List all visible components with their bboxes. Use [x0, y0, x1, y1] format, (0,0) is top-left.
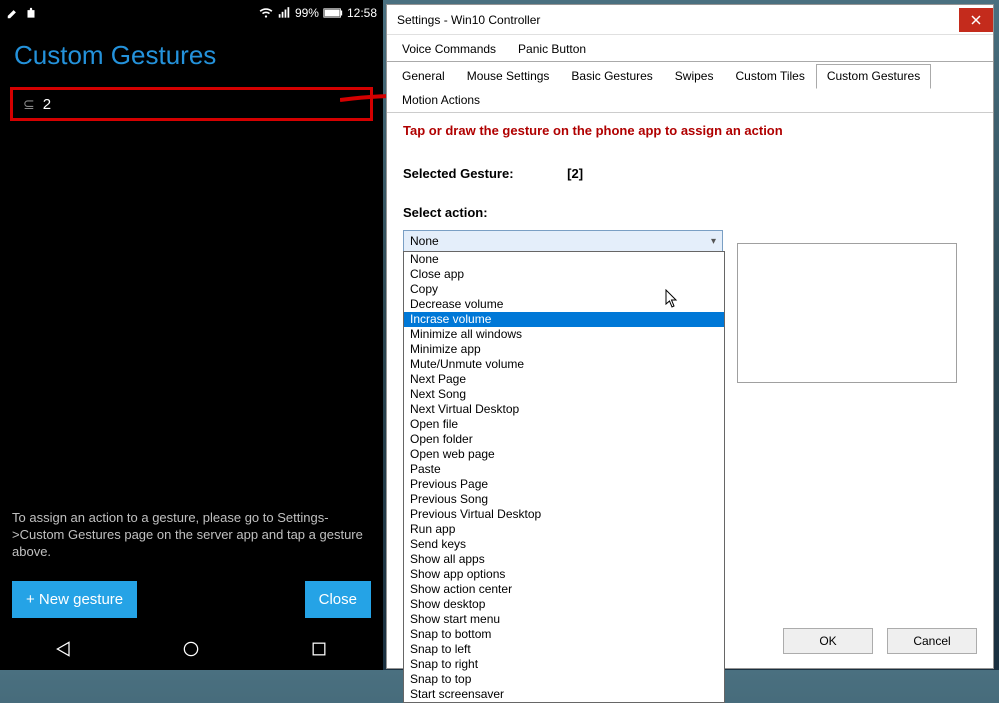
cursor-icon [665, 289, 679, 309]
ok-button[interactable]: OK [783, 628, 873, 654]
help-text: To assign an action to a gesture, please… [12, 509, 371, 560]
dropdown-item[interactable]: Snap to top [404, 672, 724, 687]
tab-basic-gestures[interactable]: Basic Gestures [560, 64, 663, 88]
selected-gesture-row: Selected Gesture: [2] [403, 166, 977, 181]
dropdown-item[interactable]: Run app [404, 522, 724, 537]
dropdown-item[interactable]: Snap to left [404, 642, 724, 657]
combo-value: None [410, 234, 439, 248]
status-bar: 99% 12:58 [0, 0, 383, 26]
tab-row-1: Voice CommandsPanic Button [387, 35, 993, 62]
settings-dialog: Settings - Win10 Controller Voice Comman… [386, 4, 994, 669]
dropdown-item[interactable]: Minimize all windows [404, 327, 724, 342]
tab-motion-actions[interactable]: Motion Actions [391, 88, 491, 112]
nav-home-icon[interactable] [181, 639, 201, 659]
dropdown-item[interactable]: Show app options [404, 567, 724, 582]
tab-swipes[interactable]: Swipes [664, 64, 725, 88]
close-button[interactable] [959, 8, 993, 32]
dropdown-item[interactable]: Open web page [404, 447, 724, 462]
dropdown-item[interactable]: Send keys [404, 537, 724, 552]
select-action-label: Select action: [403, 205, 977, 220]
tab-mouse-settings[interactable]: Mouse Settings [456, 64, 561, 88]
dropdown-item[interactable]: Show desktop [404, 597, 724, 612]
edit-icon [6, 6, 20, 20]
dropdown-item[interactable]: Minimize app [404, 342, 724, 357]
gesture-preview-box [737, 243, 957, 383]
clock-time: 12:58 [347, 6, 377, 20]
tab-voice-commands[interactable]: Voice Commands [391, 37, 507, 61]
dropdown-item[interactable]: Paste [404, 462, 724, 477]
nav-recent-icon[interactable] [309, 639, 329, 659]
battery-icon [323, 8, 343, 18]
page-title: Custom Gestures [0, 26, 383, 83]
dropdown-item[interactable]: Show action center [404, 582, 724, 597]
action-combobox[interactable]: None ▾ NoneClose appCopyDecrease volumeI… [403, 230, 723, 252]
tab-panic-button[interactable]: Panic Button [507, 37, 597, 61]
dropdown-item[interactable]: Show all apps [404, 552, 724, 567]
action-dropdown[interactable]: NoneClose appCopyDecrease volumeIncrase … [403, 251, 725, 703]
dropdown-item[interactable]: Close app [404, 267, 724, 282]
dropdown-item[interactable]: Show start menu [404, 612, 724, 627]
titlebar[interactable]: Settings - Win10 Controller [387, 5, 993, 35]
wifi-icon [259, 6, 273, 20]
dropdown-item[interactable]: Previous Page [404, 477, 724, 492]
close-phone-button[interactable]: Close [305, 581, 371, 618]
tab-row-2: GeneralMouse SettingsBasic GesturesSwipe… [387, 62, 993, 113]
instructions-text: Tap or draw the gesture on the phone app… [403, 123, 977, 138]
dialog-body: Tap or draw the gesture on the phone app… [387, 113, 993, 668]
tab-custom-gestures[interactable]: Custom Gestures [816, 64, 931, 89]
dialog-title: Settings - Win10 Controller [397, 13, 540, 27]
selected-gesture-label: Selected Gesture: [403, 166, 514, 181]
dropdown-item[interactable]: None [404, 252, 724, 267]
gesture-glyph-icon: ⊆ [23, 96, 35, 113]
dropdown-item[interactable]: Next Virtual Desktop [404, 402, 724, 417]
chevron-down-icon: ▾ [711, 236, 716, 247]
gesture-item-label: 2 [43, 96, 51, 113]
signal-icon [277, 6, 291, 20]
dropdown-item[interactable]: Open file [404, 417, 724, 432]
dropdown-item[interactable]: Open folder [404, 432, 724, 447]
gesture-list-item[interactable]: ⊆ 2 [10, 87, 373, 121]
dropdown-item[interactable]: Snap to bottom [404, 627, 724, 642]
dropdown-item[interactable]: Next Page [404, 372, 724, 387]
battery-percent: 99% [295, 6, 319, 20]
tab-custom-tiles[interactable]: Custom Tiles [724, 64, 815, 88]
nav-bar [0, 628, 383, 670]
dropdown-item[interactable]: Next Song [404, 387, 724, 402]
dropdown-item[interactable]: Mute/Unmute volume [404, 357, 724, 372]
new-gesture-button[interactable]: + New gesture [12, 581, 137, 618]
dropdown-item[interactable]: Incrase volume [404, 312, 724, 327]
dropdown-item[interactable]: Start screensaver [404, 687, 724, 702]
dropdown-item[interactable]: Previous Song [404, 492, 724, 507]
selected-gesture-value: [2] [567, 166, 583, 181]
cancel-button[interactable]: Cancel [887, 628, 977, 654]
close-icon [971, 15, 981, 25]
nav-back-icon[interactable] [54, 639, 74, 659]
dropdown-item[interactable]: Previous Virtual Desktop [404, 507, 724, 522]
phone-screen: 99% 12:58 Custom Gestures ⊆ 2 To assign … [0, 0, 383, 670]
tab-general[interactable]: General [391, 64, 456, 88]
bag-icon [24, 6, 38, 20]
